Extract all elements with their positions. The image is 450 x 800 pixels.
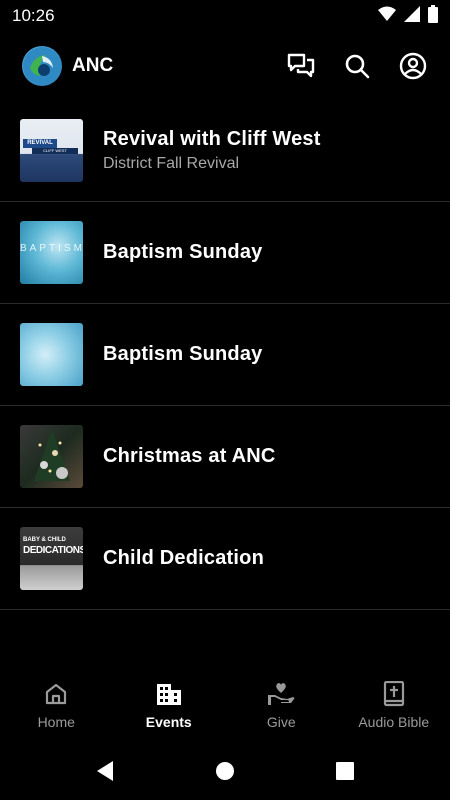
list-item[interactable]: REVIVAL CLIFF WEST Revival with Cliff We… [0,100,450,202]
nav-label-audio-bible: Audio Bible [358,714,430,730]
event-title: Baptism Sunday [103,241,263,263]
nav-item-home[interactable]: Home [0,680,113,730]
church-logo[interactable] [22,46,62,86]
search-icon[interactable] [342,51,372,81]
back-icon[interactable] [90,756,120,786]
nav-label-events: Events [145,714,192,730]
event-title: Baptism Sunday [103,343,263,365]
event-thumbnail: REVIVAL CLIFF WEST [20,119,83,182]
signal-icon [404,5,420,27]
event-title: Christmas at ANC [103,445,276,467]
event-title: Revival with Cliff West [103,128,321,150]
account-icon[interactable] [398,51,428,81]
home-circle-icon[interactable] [210,756,240,786]
event-text: Baptism Sunday [103,241,263,264]
event-text: Revival with Cliff West District Fall Re… [103,128,321,173]
thumbnail-text: REVIVAL [23,139,57,148]
thumbnail-subtext: CLIFF WEST [32,148,78,154]
calendar-building-icon [155,680,183,708]
home-icon [42,680,70,708]
event-thumbnail [20,323,83,386]
event-thumbnail: BAPTISM [20,221,83,284]
status-bar: 10:26 [0,0,450,32]
event-text: Baptism Sunday [103,343,263,366]
nav-label-home: Home [37,714,75,730]
nav-item-events[interactable]: Events [113,680,226,730]
screen: 10:26 ANC REVIVAL CLIFF WEST Revival wit… [0,0,450,800]
thumbnail-text: BAPTISM [20,243,83,254]
nav-label-give: Give [266,714,296,730]
battery-icon [428,4,438,28]
event-thumbnail [20,425,83,488]
chat-icon[interactable] [286,51,316,81]
wifi-icon [378,6,396,27]
nav-item-audio-bible[interactable]: Audio Bible [338,680,450,730]
app-title: ANC [72,55,114,76]
thumbnail-text: BABY & CHILD [23,537,66,543]
give-hand-heart-icon [267,680,295,708]
event-subtitle: District Fall Revival [103,155,240,172]
event-title: Child Dedication [103,547,264,569]
event-list: REVIVAL CLIFF WEST Revival with Cliff We… [0,100,450,610]
event-thumbnail: BABY & CHILD DEDICATIONS [20,527,83,590]
bottom-nav: Home Events Give Audio Bible [0,670,450,740]
app-actions [286,51,428,81]
recents-icon[interactable] [330,756,360,786]
list-item[interactable]: BAPTISM Baptism Sunday [0,202,450,304]
event-text: Child Dedication [103,547,264,570]
app-bar: ANC [0,32,450,100]
status-time: 10:26 [12,6,55,25]
list-item[interactable]: Baptism Sunday [0,304,450,406]
status-icons [378,4,438,28]
nav-item-give[interactable]: Give [225,680,338,730]
list-item[interactable]: BABY & CHILD DEDICATIONS Child Dedicatio… [0,508,450,610]
system-nav [0,742,450,800]
bible-icon [380,680,408,708]
event-text: Christmas at ANC [103,445,276,468]
thumbnail-subtext: DEDICATIONS [23,545,83,556]
list-item[interactable]: Christmas at ANC [0,406,450,508]
